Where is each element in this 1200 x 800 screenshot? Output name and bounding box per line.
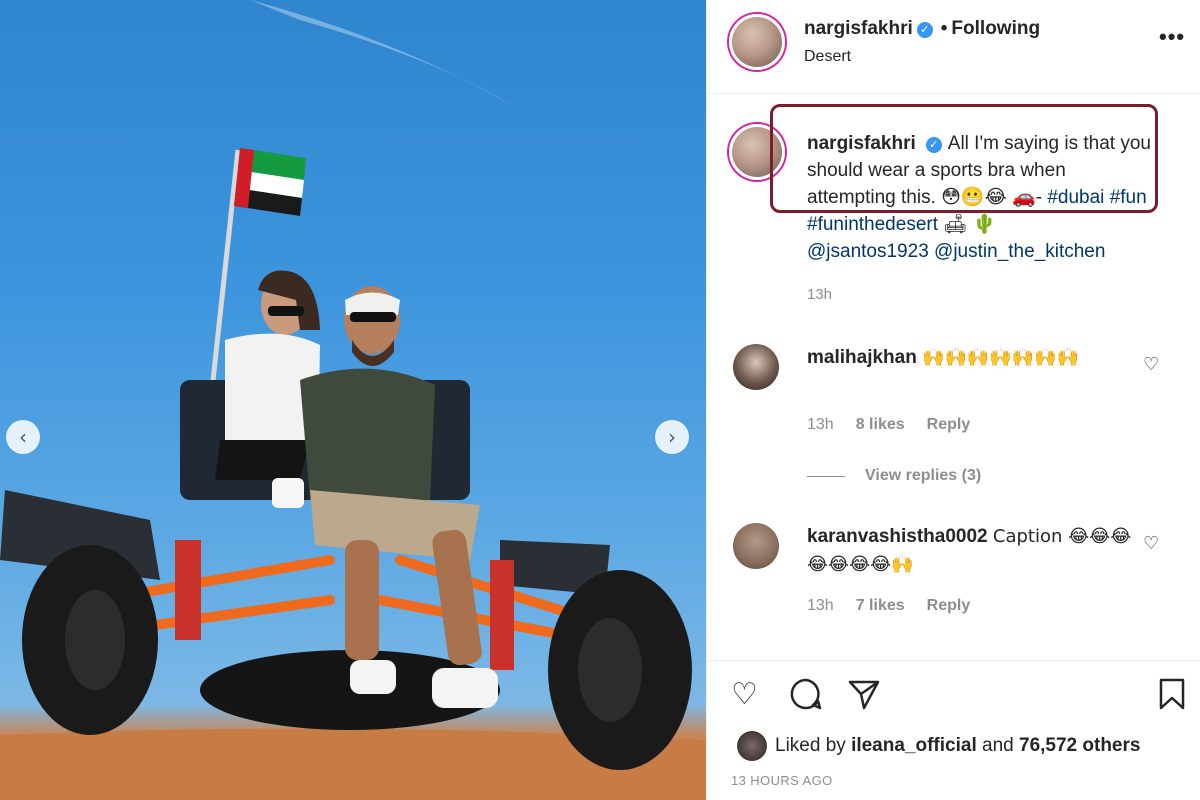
photo-illustration <box>0 0 706 800</box>
chevron-right-icon: › <box>668 425 676 449</box>
mention-justin-the-kitchen[interactable]: @justin_the_kitchen <box>934 241 1105 262</box>
share-paper-plane-icon[interactable] <box>847 677 881 719</box>
following-button[interactable]: Following <box>951 18 1040 39</box>
more-options-icon[interactable]: ••• <box>1159 24 1185 50</box>
liked-by-prefix: Liked by <box>775 735 846 756</box>
post-photo[interactable]: ‹ › <box>0 0 706 800</box>
comment-likes[interactable]: 8 likes <box>856 416 905 434</box>
author-line: nargisfakhri ✓ • Following <box>804 18 1040 40</box>
liker-username[interactable]: ileana_official <box>851 735 977 757</box>
uae-flag-icon <box>234 148 306 216</box>
comment-item: karanvashistha0002 Caption 😂😂😂😂😂😂😂🙌 <box>807 523 1137 579</box>
comment-username[interactable]: malihajkhan <box>807 347 917 368</box>
wheel-left <box>22 545 158 735</box>
liked-by-line: Liked by ileana_official and 76,572 othe… <box>737 731 1140 761</box>
chevron-left-icon: ‹ <box>19 425 27 449</box>
comment-item: malihajkhan 🙌🙌🙌🙌🙌🙌🙌 <box>807 344 1137 372</box>
like-heart-icon[interactable]: ♡ <box>731 677 758 712</box>
posted-time: 13 HOURS AGO <box>731 773 833 788</box>
paper-plane-svg <box>848 680 880 710</box>
comment-meta: 13h 8 likes Reply <box>807 416 970 434</box>
caption-highlight-box <box>770 104 1158 213</box>
comment-meta: 13h 7 likes Reply <box>807 597 970 615</box>
reply-button[interactable]: Reply <box>927 416 971 434</box>
save-bookmark-icon[interactable] <box>1157 677 1187 719</box>
comment-username[interactable]: karanvashistha0002 <box>807 526 988 547</box>
hashtag-funinthedesert[interactable]: #funinthedesert <box>807 214 938 235</box>
mention-jsantos1923[interactable]: @jsantos1923 <box>807 241 929 262</box>
author-username[interactable]: nargisfakhri <box>804 18 913 39</box>
liked-by-middle: and <box>982 735 1014 756</box>
next-photo-button[interactable]: › <box>655 420 689 454</box>
separator-dot: • <box>940 18 948 39</box>
likes-count[interactable]: 76,572 others <box>1019 735 1140 757</box>
liker-avatar[interactable] <box>737 731 767 761</box>
like-comment-heart-icon[interactable]: ♡ <box>1143 354 1159 375</box>
caption-emoji-tail: 🛋 🌵 <box>938 214 997 235</box>
bookmark-svg <box>1159 678 1185 710</box>
post-header: nargisfakhri ✓ • Following Desert ••• <box>707 0 1200 94</box>
previous-photo-button[interactable]: ‹ <box>6 420 40 454</box>
verified-badge-icon: ✓ <box>916 22 933 38</box>
comment-bubble-icon[interactable] <box>789 677 823 719</box>
comment-bubble-svg <box>790 678 822 710</box>
post-actions-bar: ♡ Liked by ileana_official and 76,572 ot… <box>707 660 1200 800</box>
like-comment-heart-icon[interactable]: ♡ <box>1143 533 1159 554</box>
post-location[interactable]: Desert <box>804 48 851 66</box>
comment-time: 13h <box>807 416 834 433</box>
comment-likes[interactable]: 7 likes <box>856 597 905 615</box>
caption-timestamp: 13h <box>807 286 833 303</box>
replies-divider <box>807 475 845 477</box>
wheel-right <box>548 570 692 770</box>
view-replies-label: View replies (3) <box>865 467 982 484</box>
commenter-avatar[interactable] <box>733 344 779 390</box>
person-man <box>300 286 498 708</box>
commenter-avatar[interactable] <box>733 523 779 569</box>
author-avatar[interactable] <box>729 14 785 70</box>
view-replies-button[interactable]: View replies (3) <box>807 467 981 485</box>
reply-button[interactable]: Reply <box>927 597 971 615</box>
comment-text: 🙌🙌🙌🙌🙌🙌🙌 <box>922 347 1079 368</box>
comment-time: 13h <box>807 597 834 614</box>
